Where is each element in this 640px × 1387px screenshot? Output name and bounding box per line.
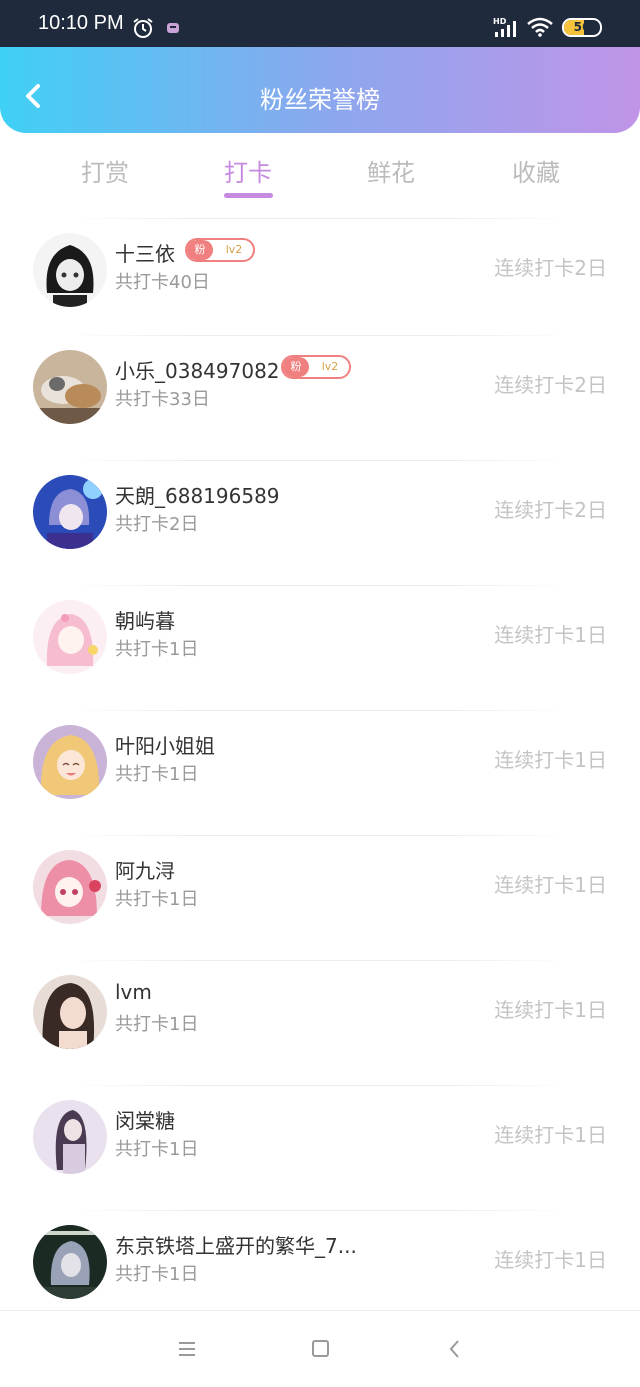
total-checkins: 共打卡33日 (115, 389, 210, 410)
tab-checkin[interactable]: 打卡 (188, 153, 308, 188)
fan-name: 东京铁塔上盛开的繁华_7... (115, 1234, 357, 1258)
checkin-streak: 连续打卡1日 (494, 873, 607, 897)
list-item[interactable]: 闵棠糖 共打卡1日 连续打卡1日 (0, 1085, 640, 1210)
avatar[interactable] (33, 600, 107, 674)
battery-icon: 56 (562, 18, 602, 37)
divider (66, 960, 574, 961)
fan-name: lvm (115, 980, 152, 1004)
avatar[interactable] (33, 850, 107, 924)
fan-name: 闵棠糖 (115, 1109, 175, 1133)
avatar[interactable] (33, 1100, 107, 1174)
list-item[interactable]: 阿九浔 共打卡1日 连续打卡1日 (0, 835, 640, 960)
fan-name: 十三依 (115, 242, 175, 266)
checkin-streak: 连续打卡2日 (494, 373, 607, 397)
fan-name: 天朗_688196589 (115, 484, 280, 508)
tab-reward[interactable]: 打赏 (45, 153, 165, 188)
list-item[interactable]: 叶阳小姐姐 共打卡1日 连续打卡1日 (0, 710, 640, 835)
list-item[interactable]: 小乐_038497082 粉 lv2 共打卡33日 连续打卡2日 (0, 335, 640, 460)
list-item[interactable]: 天朗_688196589 共打卡2日 连续打卡2日 (0, 460, 640, 585)
fan-level-badge: 粉 lv2 (185, 238, 255, 262)
avatar[interactable] (33, 975, 107, 1049)
total-checkins: 共打卡1日 (115, 764, 199, 785)
fan-level-badge: 粉 lv2 (281, 355, 351, 379)
divider (66, 335, 574, 336)
fan-name: 叶阳小姐姐 (115, 734, 215, 758)
divider (66, 1210, 574, 1211)
divider (66, 218, 574, 219)
fan-badge-prefix: 粉 (283, 357, 309, 377)
total-checkins: 共打卡1日 (115, 639, 199, 660)
divider (66, 835, 574, 836)
avatar[interactable] (33, 233, 107, 307)
list-item[interactable]: 十三依 粉 lv2 共打卡40日 连续打卡2日 (0, 218, 640, 343)
back-icon[interactable] (448, 1339, 460, 1359)
divider (66, 585, 574, 586)
total-checkins: 共打卡1日 (115, 1264, 199, 1285)
total-checkins: 共打卡1日 (115, 1014, 199, 1035)
status-time: 10:10 PM (38, 12, 124, 34)
fan-badge-level: lv2 (225, 243, 243, 256)
tab-bar: 打赏 打卡 鲜花 收藏 (0, 145, 640, 205)
page-title: 粉丝荣誉榜 (260, 86, 380, 114)
checkin-streak: 连续打卡1日 (494, 1248, 607, 1272)
fan-name: 小乐_038497082 (115, 359, 280, 383)
home-icon[interactable] (312, 1340, 329, 1357)
checkin-streak: 连续打卡1日 (494, 623, 607, 647)
list-item[interactable]: 朝屿暮 共打卡1日 连续打卡1日 (0, 585, 640, 710)
avatar[interactable] (33, 725, 107, 799)
total-checkins: 共打卡40日 (115, 272, 210, 293)
wifi-icon (527, 17, 553, 37)
checkin-streak: 连续打卡2日 (494, 498, 607, 522)
alarm-icon (133, 18, 153, 38)
avatar[interactable] (33, 350, 107, 424)
checkin-streak: 连续打卡1日 (494, 1123, 607, 1147)
avatar[interactable] (33, 475, 107, 549)
checkin-streak: 连续打卡1日 (494, 998, 607, 1022)
divider (66, 710, 574, 711)
tab-flowers[interactable]: 鲜花 (331, 153, 451, 188)
system-nav-bar (0, 1310, 640, 1387)
total-checkins: 共打卡1日 (115, 1139, 199, 1160)
total-checkins: 共打卡2日 (115, 514, 199, 535)
battery-text: 56 (573, 20, 591, 34)
divider (66, 460, 574, 461)
list-item[interactable]: lvm 共打卡1日 连续打卡1日 (0, 960, 640, 1085)
divider (66, 1085, 574, 1086)
fan-badge-level: lv2 (321, 360, 339, 373)
checkin-streak: 连续打卡2日 (494, 256, 607, 280)
hd-signal-icon: HD (493, 17, 516, 37)
menu-icon[interactable] (177, 1341, 197, 1357)
active-tab-indicator (224, 193, 273, 198)
fan-name: 朝屿暮 (115, 609, 175, 633)
total-checkins: 共打卡1日 (115, 889, 199, 910)
fan-badge-prefix: 粉 (187, 240, 213, 260)
message-icon (167, 23, 179, 33)
status-bar: 10:10 PM HD 56 (0, 0, 640, 47)
checkin-streak: 连续打卡1日 (494, 748, 607, 772)
tab-favorites[interactable]: 收藏 (476, 153, 596, 188)
svg-text:HD: HD (493, 17, 507, 26)
fan-name: 阿九浔 (115, 859, 175, 883)
avatar[interactable] (33, 1225, 107, 1299)
